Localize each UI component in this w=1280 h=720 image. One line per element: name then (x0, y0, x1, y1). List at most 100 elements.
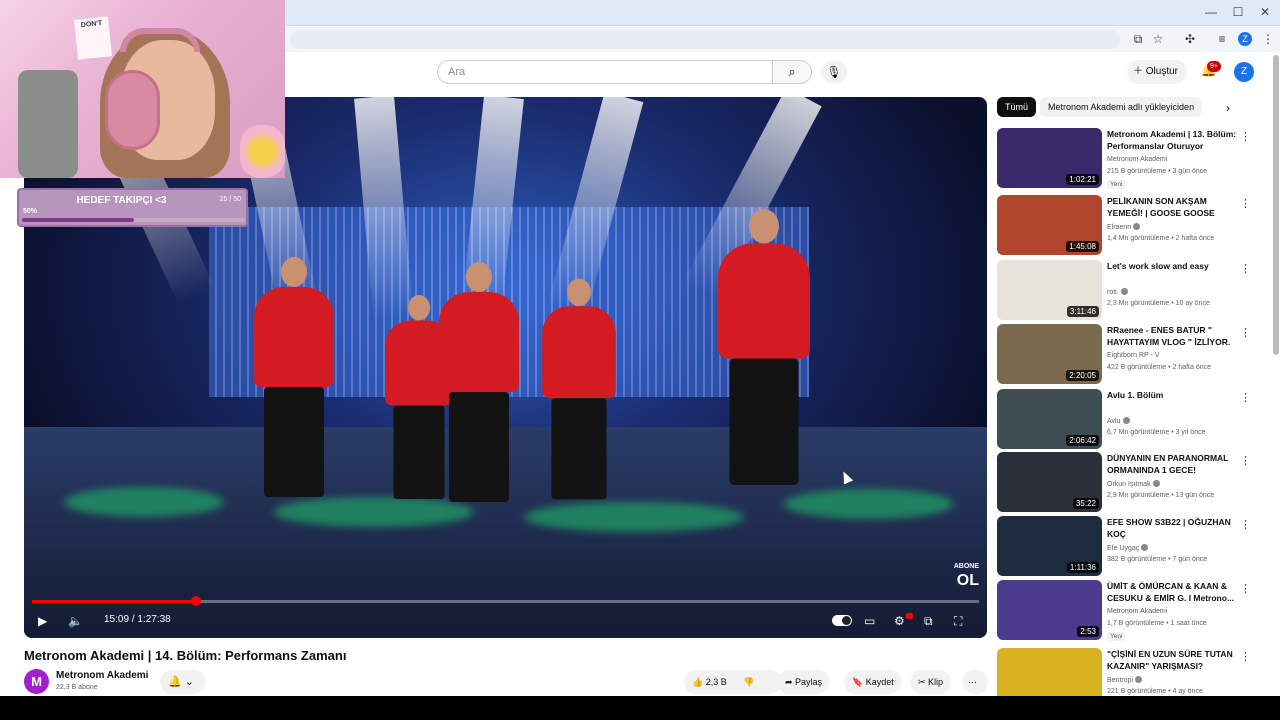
progress-bar[interactable] (32, 596, 979, 606)
more-vertical-icon[interactable]: ⋮ (1240, 650, 1251, 663)
headphones-icon (105, 70, 160, 150)
recommendation-title[interactable]: EFE SHOW S3B22 | OĞUZHAN KOÇ (1107, 516, 1237, 540)
recommendation-channel[interactable]: Metronom Akademi (1107, 156, 1167, 163)
autoplay-toggle[interactable] (832, 615, 852, 626)
progress-scrubber[interactable] (190, 596, 201, 606)
voice-search-button[interactable]: 🎙 (821, 60, 847, 84)
recommendation-item[interactable]: 35:22 DÜNYANIN EN PARANORMAL ORMANINDA 1 … (997, 452, 1267, 514)
media-controls-icon[interactable]: ≡ (1215, 32, 1229, 46)
page-scrollbar[interactable] (1273, 55, 1279, 355)
recommendation-title[interactable]: Metronom Akademi | 13. Bölüm: Performans… (1107, 128, 1237, 152)
recommendation-title[interactable]: Avlu 1. Bölüm (1107, 389, 1237, 401)
recommendation-item[interactable]: 3:11:46 Let's work slow and easy roti. 2,3 … (997, 260, 1267, 322)
recommendation-channel[interactable]: Efe Uygaç (1107, 544, 1149, 552)
recommendation-meta: 215 B görüntüleme • 3 gün önce (1107, 168, 1208, 175)
recommendation-channel[interactable]: Elraenn (1107, 223, 1141, 231)
duration-badge: 2:06:42 (1066, 435, 1099, 446)
minimize-icon[interactable]: — (1204, 5, 1218, 19)
recommendation-title[interactable]: ÜMİT & ÖMÜRCAN & KAAN & CESUKU & EMİR G.… (1107, 580, 1237, 604)
duration-badge: 3:11:46 (1066, 306, 1099, 317)
subscriber-count: 22,3 B abone (56, 684, 98, 691)
recommendation-title[interactable]: PELİKANIN SON AKŞAM YEMEĞİ! | GOOSE GOOS… (1107, 195, 1237, 219)
channel-label: Metronom Akademi (1107, 608, 1168, 615)
video-thumbnail[interactable]: 1:11:36 (997, 516, 1102, 576)
video-thumbnail[interactable]: 2:20:05 (997, 324, 1102, 384)
recommendation-channel[interactable]: Metronom Akademi (1107, 608, 1167, 615)
recommendation-title[interactable]: Let's work slow and easy (1107, 260, 1237, 272)
volume-icon[interactable]: 🔈 (68, 613, 83, 629)
bookmark-star-icon[interactable]: ☆ (1151, 32, 1165, 46)
miniplayer-icon[interactable]: ⧉ (924, 613, 933, 629)
recommendation-item[interactable]: 2:06:42 Avlu 1. Bölüm Avlu 6,7 Mn görüntüle… (997, 389, 1267, 451)
thumbs-down-icon[interactable]: 👎 (743, 677, 754, 687)
video-player[interactable]: ABONE OL ▶ 🔈 15:09 / 1:27:38 ▭ ⚙ ⧉ ⛶ (24, 97, 987, 638)
recommendation-title[interactable]: RRaenee - ENES BATUR " HAYATTAYIM VLOG "… (1107, 324, 1237, 348)
more-vertical-icon[interactable]: ⋮ (1240, 518, 1251, 531)
webcam-overlay: DON'T (0, 0, 285, 178)
channel-avatar[interactable]: M (24, 669, 49, 694)
recommendation-channel[interactable]: Bentropi (1107, 676, 1143, 684)
recommendation-item[interactable]: 1:45:08 PELİKANIN SON AKŞAM YEMEĞİ! | GOO… (997, 195, 1267, 257)
settings-gear-icon[interactable]: ⚙ (894, 613, 905, 629)
more-vertical-icon[interactable]: ⋮ (1240, 326, 1251, 339)
more-vertical-icon[interactable]: ⋮ (1240, 130, 1251, 143)
recommendation-meta: 1,4 Mn görüntüleme • 2 hafta önce (1107, 235, 1215, 242)
more-vertical-icon[interactable]: ⋮ (1240, 197, 1251, 210)
more-vertical-icon[interactable]: ⋮ (1240, 391, 1251, 404)
more-actions-button[interactable]: ⋯ (962, 670, 988, 694)
recommendation-item[interactable]: 2:20:05 RRaenee - ENES BATUR " HAYATTAYIM… (997, 324, 1267, 386)
watermark-big: OL (956, 572, 979, 589)
recommendation-channel[interactable]: Eightborn RP - V (1107, 352, 1159, 359)
play-icon[interactable]: ▶ (38, 613, 47, 629)
recommendation-channel[interactable]: Orkun Işıtmak (1107, 480, 1160, 488)
like-button[interactable]: 👍 2,3 B (692, 677, 727, 687)
save-label: Kaydet (865, 677, 894, 687)
browser-profile-avatar[interactable]: Z (1238, 32, 1252, 46)
dancer (439, 262, 519, 502)
chip-uploader[interactable]: Metronom Akademi adlı yükleyiciden (1040, 97, 1203, 117)
video-thumbnail[interactable]: 2:53 (997, 580, 1102, 640)
recommendation-title[interactable]: DÜNYANIN EN PARANORMAL ORMANINDA 1 GECE! (1107, 452, 1237, 476)
video-thumbnail[interactable]: 1:45:08 (997, 195, 1102, 255)
search-button[interactable]: ⌕ (772, 60, 812, 84)
chevron-right-icon[interactable]: › (1226, 101, 1230, 115)
goal-fill (22, 218, 134, 222)
extensions-icon[interactable]: ✣ (1183, 32, 1197, 46)
recommendation-channel[interactable]: roti. (1107, 288, 1128, 296)
bookmark-icon: 🔖 (852, 677, 866, 687)
url-field[interactable] (290, 30, 1120, 49)
recommendation-item[interactable]: 1:02:21 Metronom Akademi | 13. Bölüm: Per… (997, 128, 1267, 190)
maximize-icon[interactable]: ☐ (1231, 5, 1245, 19)
fullscreen-icon[interactable]: ⛶ (954, 613, 962, 629)
video-thumbnail[interactable]: 35:22 (997, 452, 1102, 512)
subscription-bell-button[interactable]: 🔔 ⌄ (160, 670, 206, 694)
channel-label: Bentropi (1107, 677, 1134, 684)
taskbar (0, 696, 1280, 720)
create-button[interactable]: ＋ Oluştur (1127, 60, 1187, 84)
search-input[interactable]: Ara (437, 60, 773, 84)
close-icon[interactable]: ✕ (1258, 5, 1272, 19)
account-avatar[interactable]: Z (1234, 62, 1254, 82)
video-thumbnail[interactable]: 2:06:42 (997, 389, 1102, 449)
recommendation-item[interactable]: 2:53 ÜMİT & ÖMÜRCAN & KAAN & CESUKU & EMİ… (997, 580, 1267, 642)
more-vertical-icon[interactable]: ⋮ (1240, 582, 1251, 595)
channel-label: Orkun Işıtmak (1107, 481, 1151, 488)
recommendation-meta: 6,7 Mn görüntüleme • 3 yıl önce (1107, 429, 1206, 436)
subscribe-watermark[interactable]: ABONE OL (954, 560, 979, 589)
share-button[interactable]: ➦ Paylaş (777, 670, 831, 694)
chip-all[interactable]: Tümü (997, 97, 1037, 117)
more-vertical-icon[interactable]: ⋮ (1240, 454, 1251, 467)
recommendation-channel[interactable]: Avlu (1107, 417, 1130, 425)
clip-button[interactable]: ✂ Klip (910, 670, 952, 694)
install-app-icon[interactable]: ⧉ (1131, 32, 1145, 46)
subtitles-icon[interactable]: ▭ (864, 613, 875, 629)
video-thumbnail[interactable]: 1:02:21 (997, 128, 1102, 188)
more-vertical-icon[interactable]: ⋮ (1240, 262, 1251, 275)
recommendation-item[interactable]: 1:11:36 EFE SHOW S3B22 | OĞUZHAN KOÇ Efe U… (997, 516, 1267, 578)
flower-decoration (240, 125, 285, 178)
save-button[interactable]: 🔖 Kaydet (844, 670, 902, 694)
video-thumbnail[interactable]: 3:11:46 (997, 260, 1102, 320)
recommendation-title[interactable]: "ÇİŞİNİ EN UZUN SÜRE TUTAN KAZANIR" YARI… (1107, 648, 1237, 672)
browser-menu-icon[interactable]: ⋮ (1261, 32, 1275, 46)
channel-name[interactable]: Metronom Akademi (56, 670, 148, 681)
